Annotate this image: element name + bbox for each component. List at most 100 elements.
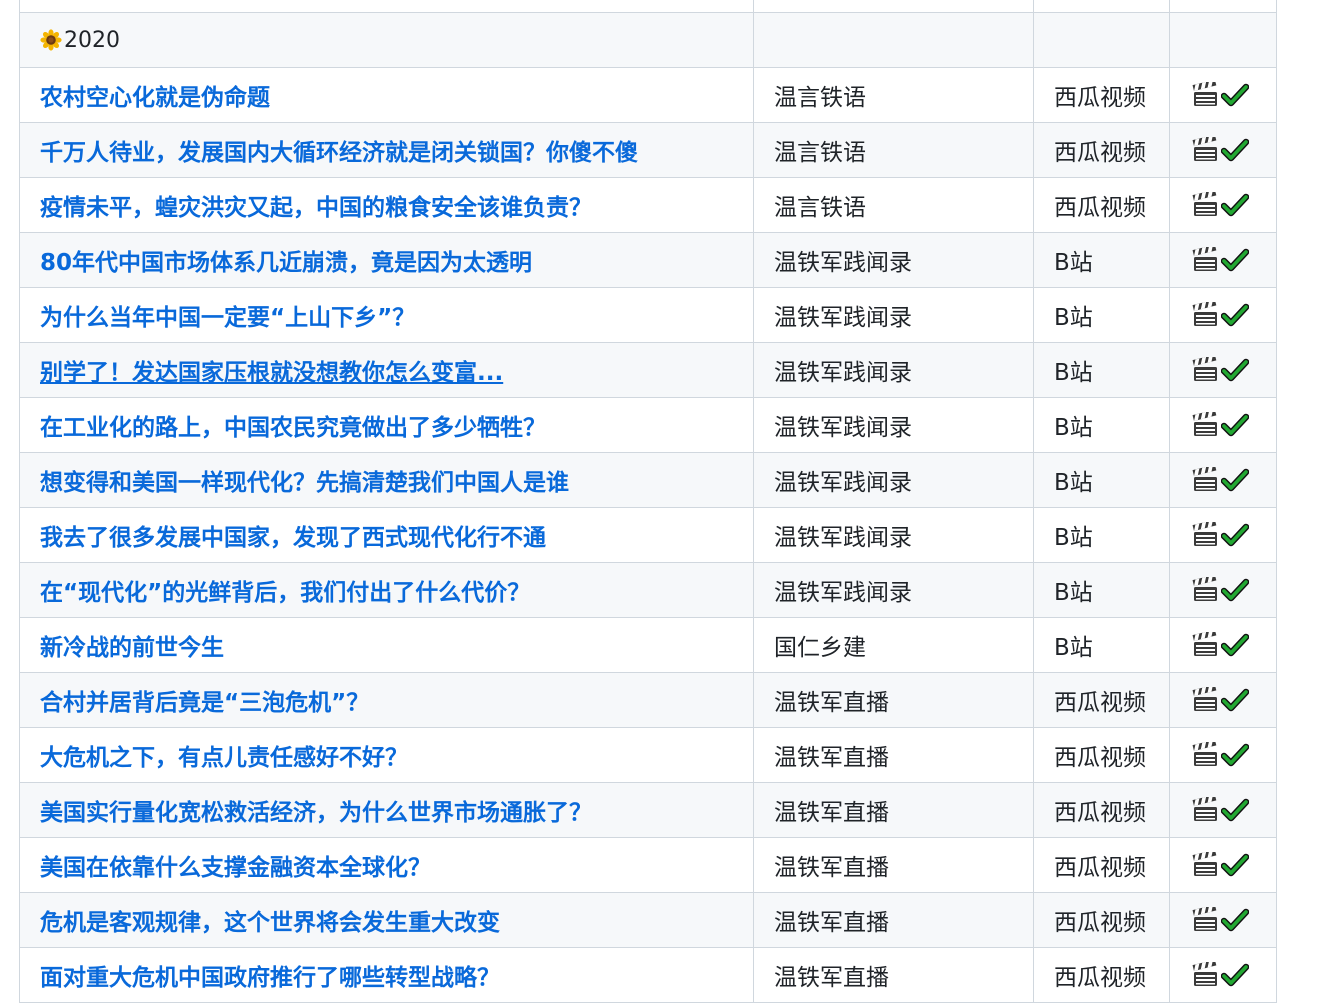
platform-label: B站 bbox=[1054, 635, 1093, 661]
video-title-link[interactable]: 疫情未平，蝗灾洪灾又起，中国的粮食安全该谁负责？ bbox=[40, 195, 592, 221]
title-cell: 新冷战的前世今生 bbox=[19, 617, 754, 673]
source-cell: 温言铁语 bbox=[753, 177, 1034, 233]
clapper-board-icon bbox=[1192, 357, 1217, 382]
video-title-link[interactable]: 想变得和美国一样现代化？先搞清楚我们中国人是谁 bbox=[40, 470, 569, 496]
source-label: 温铁军直播 bbox=[774, 965, 889, 991]
video-title-link[interactable]: 美国在依靠什么支撑金融资本全球化？ bbox=[40, 855, 431, 881]
video-title-link[interactable]: 为什么当年中国一定要“上山下乡”？ bbox=[40, 305, 415, 331]
platform-cell: B站 bbox=[1033, 507, 1170, 563]
source-label: 温言铁语 bbox=[774, 195, 866, 221]
platform-cell: B站 bbox=[1033, 342, 1170, 398]
empty-cell bbox=[753, 0, 1034, 13]
source-cell: 温言铁语 bbox=[753, 122, 1034, 178]
source-label: 温铁军直播 bbox=[774, 855, 889, 881]
platform-label: 西瓜视频 bbox=[1054, 195, 1146, 221]
platform-label: 西瓜视频 bbox=[1054, 965, 1146, 991]
status-cell bbox=[1169, 342, 1277, 398]
check-mark-icon bbox=[1221, 909, 1249, 932]
source-label: 温铁军践闻录 bbox=[774, 250, 912, 276]
video-title-link[interactable]: 美国实行量化宽松救活经济，为什么世界市场通胀了？ bbox=[40, 800, 592, 826]
source-cell: 温铁军直播 bbox=[753, 892, 1034, 948]
title-cell: 大危机之下，有点儿责任感好不好？ bbox=[19, 727, 754, 783]
clapper-board-icon bbox=[1192, 632, 1217, 657]
status-cell bbox=[1169, 837, 1277, 893]
table-row: 想变得和美国一样现代化？先搞清楚我们中国人是谁 温铁军践闻录 B站 bbox=[19, 452, 1277, 508]
platform-label: B站 bbox=[1054, 305, 1093, 331]
empty-cell bbox=[19, 0, 754, 13]
table-row: 合村并居背后竟是“三泡危机”？ 温铁军直播 西瓜视频 bbox=[19, 672, 1277, 728]
video-title-link[interactable]: 新冷战的前世今生 bbox=[40, 635, 224, 661]
platform-label: B站 bbox=[1054, 470, 1093, 496]
source-cell: 温铁军直播 bbox=[753, 837, 1034, 893]
source-cell: 温铁军践闻录 bbox=[753, 397, 1034, 453]
check-mark-icon bbox=[1221, 414, 1249, 437]
source-cell: 温言铁语 bbox=[753, 67, 1034, 123]
title-cell: 在工业化的路上，中国农民究竟做出了多少牺牲？ bbox=[19, 397, 754, 453]
year-header-row: 2020 bbox=[19, 12, 1277, 68]
title-cell: 为什么当年中国一定要“上山下乡”？ bbox=[19, 287, 754, 343]
title-cell: 在“现代化”的光鲜背后，我们付出了什么代价？ bbox=[19, 562, 754, 618]
video-title-link[interactable]: 大危机之下，有点儿责任感好不好？ bbox=[40, 745, 408, 771]
clapper-board-icon bbox=[1192, 412, 1217, 437]
title-cell: 别学了！发达国家压根就没想教你怎么变富... bbox=[19, 342, 754, 398]
platform-label: 西瓜视频 bbox=[1054, 910, 1146, 936]
video-list-container: 2020 农村空心化就是伪命题 温言铁语 西瓜视频 千万人待业，发展国内大循环经… bbox=[19, 0, 1277, 1003]
source-cell: 温铁军践闻录 bbox=[753, 287, 1034, 343]
empty-cell bbox=[1033, 12, 1170, 68]
source-label: 温铁军直播 bbox=[774, 910, 889, 936]
platform-cell: 西瓜视频 bbox=[1033, 177, 1170, 233]
check-mark-icon bbox=[1221, 84, 1249, 107]
source-label: 温言铁语 bbox=[774, 85, 866, 111]
video-title-link[interactable]: 危机是客观规律，这个世界将会发生重大改变 bbox=[40, 910, 500, 936]
title-cell: 美国实行量化宽松救活经济，为什么世界市场通胀了？ bbox=[19, 782, 754, 838]
platform-cell: 西瓜视频 bbox=[1033, 672, 1170, 728]
status-cell bbox=[1169, 617, 1277, 673]
video-title-link[interactable]: 在工业化的路上，中国农民究竟做出了多少牺牲？ bbox=[40, 415, 546, 441]
title-cell: 农村空心化就是伪命题 bbox=[19, 67, 754, 123]
platform-cell: 西瓜视频 bbox=[1033, 122, 1170, 178]
table-row: 面对重大危机中国政府推行了哪些转型战略？ 温铁军直播 西瓜视频 bbox=[19, 947, 1277, 1003]
check-mark-icon bbox=[1221, 579, 1249, 602]
video-title-link[interactable]: 农村空心化就是伪命题 bbox=[40, 85, 270, 111]
source-label: 温铁军践闻录 bbox=[774, 360, 912, 386]
video-title-link[interactable]: 我去了很多发展中国家，发现了西式现代化行不通 bbox=[40, 525, 546, 551]
platform-label: B站 bbox=[1054, 360, 1093, 386]
clapper-board-icon bbox=[1192, 192, 1217, 217]
source-label: 温铁军践闻录 bbox=[774, 305, 912, 331]
video-title-link[interactable]: 面对重大危机中国政府推行了哪些转型战略？ bbox=[40, 965, 500, 991]
status-cell bbox=[1169, 397, 1277, 453]
video-title-link[interactable]: 千万人待业，发展国内大循环经济就是闭关锁国？你傻不傻 bbox=[40, 140, 638, 166]
platform-label: B站 bbox=[1054, 580, 1093, 606]
status-cell bbox=[1169, 892, 1277, 948]
platform-label: 西瓜视频 bbox=[1054, 745, 1146, 771]
platform-label: B站 bbox=[1054, 250, 1093, 276]
status-cell bbox=[1169, 122, 1277, 178]
check-mark-icon bbox=[1221, 689, 1249, 712]
video-table: 2020 农村空心化就是伪命题 温言铁语 西瓜视频 千万人待业，发展国内大循环经… bbox=[19, 0, 1277, 1003]
title-cell: 想变得和美国一样现代化？先搞清楚我们中国人是谁 bbox=[19, 452, 754, 508]
empty-cell bbox=[1033, 0, 1170, 13]
status-cell bbox=[1169, 287, 1277, 343]
video-title-link[interactable]: 别学了！发达国家压根就没想教你怎么变富... bbox=[40, 360, 503, 386]
source-cell: 国仁乡建 bbox=[753, 617, 1034, 673]
video-title-link[interactable]: 80年代中国市场体系几近崩溃，竟是因为太透明 bbox=[40, 250, 532, 276]
year-label: 2020 bbox=[64, 27, 120, 53]
video-title-link[interactable]: 合村并居背后竟是“三泡危机”？ bbox=[40, 690, 369, 716]
status-cell bbox=[1169, 947, 1277, 1003]
source-cell: 温铁军践闻录 bbox=[753, 232, 1034, 288]
status-cell bbox=[1169, 782, 1277, 838]
table-row: 大危机之下，有点儿责任感好不好？ 温铁军直播 西瓜视频 bbox=[19, 727, 1277, 783]
source-label: 温铁军践闻录 bbox=[774, 525, 912, 551]
table-row: 我去了很多发展中国家，发现了西式现代化行不通 温铁军践闻录 B站 bbox=[19, 507, 1277, 563]
source-cell: 温铁军践闻录 bbox=[753, 507, 1034, 563]
clapper-board-icon bbox=[1192, 742, 1217, 767]
check-mark-icon bbox=[1221, 249, 1249, 272]
source-cell: 温铁军直播 bbox=[753, 727, 1034, 783]
clapper-board-icon bbox=[1192, 852, 1217, 877]
source-label: 温铁军践闻录 bbox=[774, 470, 912, 496]
video-title-link[interactable]: 在“现代化”的光鲜背后，我们付出了什么代价？ bbox=[40, 580, 530, 606]
table-row: 美国实行量化宽松救活经济，为什么世界市场通胀了？ 温铁军直播 西瓜视频 bbox=[19, 782, 1277, 838]
year-cell: 2020 bbox=[19, 12, 754, 68]
table-row: 农村空心化就是伪命题 温言铁语 西瓜视频 bbox=[19, 67, 1277, 123]
platform-cell: B站 bbox=[1033, 232, 1170, 288]
